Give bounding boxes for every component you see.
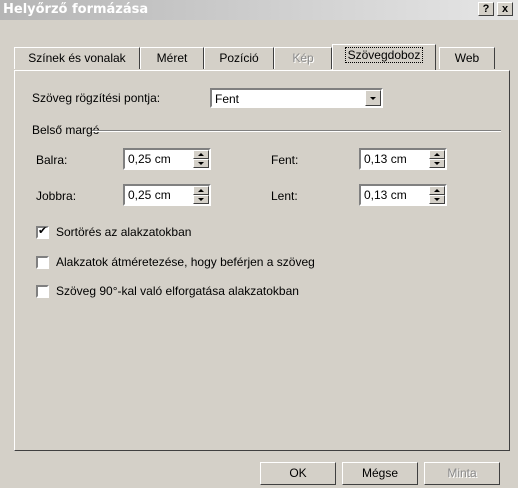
right-margin-value: 0,25 cm xyxy=(128,188,171,202)
dialog-title: Helyőrző formázása xyxy=(3,2,149,17)
tab-textbox[interactable]: Szövegdoboz xyxy=(332,44,436,70)
left-margin-increment[interactable] xyxy=(193,150,209,159)
tab-picture[interactable]: Kép xyxy=(274,47,332,69)
left-margin-label: Balra: xyxy=(36,153,68,167)
tab-label: Szövegdoboz xyxy=(344,47,424,63)
word-wrap-checkbox[interactable]: ✔ xyxy=(36,225,49,239)
right-margin-spinner[interactable]: 0,25 cm xyxy=(123,184,211,206)
cancel-button[interactable]: Mégse xyxy=(342,462,418,485)
tab-web[interactable]: Web xyxy=(439,47,495,69)
tab-label: Pozíció xyxy=(219,51,259,65)
resize-shape-checkbox[interactable] xyxy=(36,256,49,269)
anchor-select[interactable]: Fent xyxy=(210,88,383,108)
chevron-down-icon xyxy=(370,97,376,100)
top-margin-spinner[interactable]: 0,13 cm xyxy=(359,148,447,170)
top-margin-increment[interactable] xyxy=(429,150,445,159)
tab-label: Méret xyxy=(156,51,188,65)
tab-label: Kép xyxy=(292,51,314,65)
left-margin-value: 0,25 cm xyxy=(128,152,171,166)
close-button[interactable]: x xyxy=(497,2,513,16)
title-bar[interactable]: Helyőrző formázása ? x xyxy=(0,0,518,20)
left-margin-spinner[interactable]: 0,25 cm xyxy=(123,148,211,170)
word-wrap-label[interactable]: Sortörés az alakzatokban xyxy=(56,225,191,239)
arrow-down-icon xyxy=(434,198,440,201)
left-margin-decrement[interactable] xyxy=(193,159,209,168)
ok-button[interactable]: OK xyxy=(260,462,336,485)
tab-position[interactable]: Pozíció xyxy=(204,47,274,69)
preview-button-label: Minta xyxy=(447,466,477,480)
anchor-dropdown-button[interactable] xyxy=(365,90,381,106)
arrow-up-icon xyxy=(198,189,204,192)
cancel-button-label: Mégse xyxy=(361,466,399,480)
anchor-label: Szöveg rögzítési pontja: xyxy=(32,91,161,105)
bottom-margin-label: Lent: xyxy=(271,189,298,203)
tab-size[interactable]: Méret xyxy=(140,47,204,69)
tab-colors-and-lines[interactable]: Színek és vonalak xyxy=(14,47,140,69)
arrow-down-icon xyxy=(198,162,204,165)
help-button[interactable]: ? xyxy=(478,2,494,16)
right-margin-increment[interactable] xyxy=(193,186,209,195)
rotate-text-label[interactable]: Szöveg 90°-kal való elforgatása alakzato… xyxy=(56,284,299,298)
bottom-margin-value: 0,13 cm xyxy=(364,188,407,202)
bottom-margin-increment[interactable] xyxy=(429,186,445,195)
right-margin-label: Jobbra: xyxy=(36,189,77,203)
rotate-text-checkbox[interactable] xyxy=(36,285,49,298)
tab-label: Web xyxy=(454,51,480,65)
arrow-up-icon xyxy=(434,153,440,156)
format-placeholder-dialog: Helyőrző formázása ? x Színek és vonalak… xyxy=(0,0,518,488)
arrow-down-icon xyxy=(434,162,440,165)
internal-margin-group-label: Belső margó xyxy=(32,123,100,137)
top-margin-value: 0,13 cm xyxy=(364,152,407,166)
right-margin-decrement[interactable] xyxy=(193,195,209,204)
group-divider xyxy=(92,130,501,132)
tab-label: Színek és vonalak xyxy=(28,51,126,65)
arrow-down-icon xyxy=(198,198,204,201)
arrow-up-icon xyxy=(198,153,204,156)
resize-shape-label[interactable]: Alakzatok átméretezése, hogy beférjen a … xyxy=(56,255,315,269)
preview-button[interactable]: Minta xyxy=(424,462,500,485)
bottom-margin-spinner[interactable]: 0,13 cm xyxy=(359,184,447,206)
checkmark-icon: ✔ xyxy=(38,225,48,237)
bottom-margin-decrement[interactable] xyxy=(429,195,445,204)
arrow-up-icon xyxy=(434,189,440,192)
ok-button-label: OK xyxy=(289,466,307,480)
top-margin-decrement[interactable] xyxy=(429,159,445,168)
top-margin-label: Fent: xyxy=(271,153,299,167)
anchor-select-value: Fent xyxy=(215,92,240,106)
